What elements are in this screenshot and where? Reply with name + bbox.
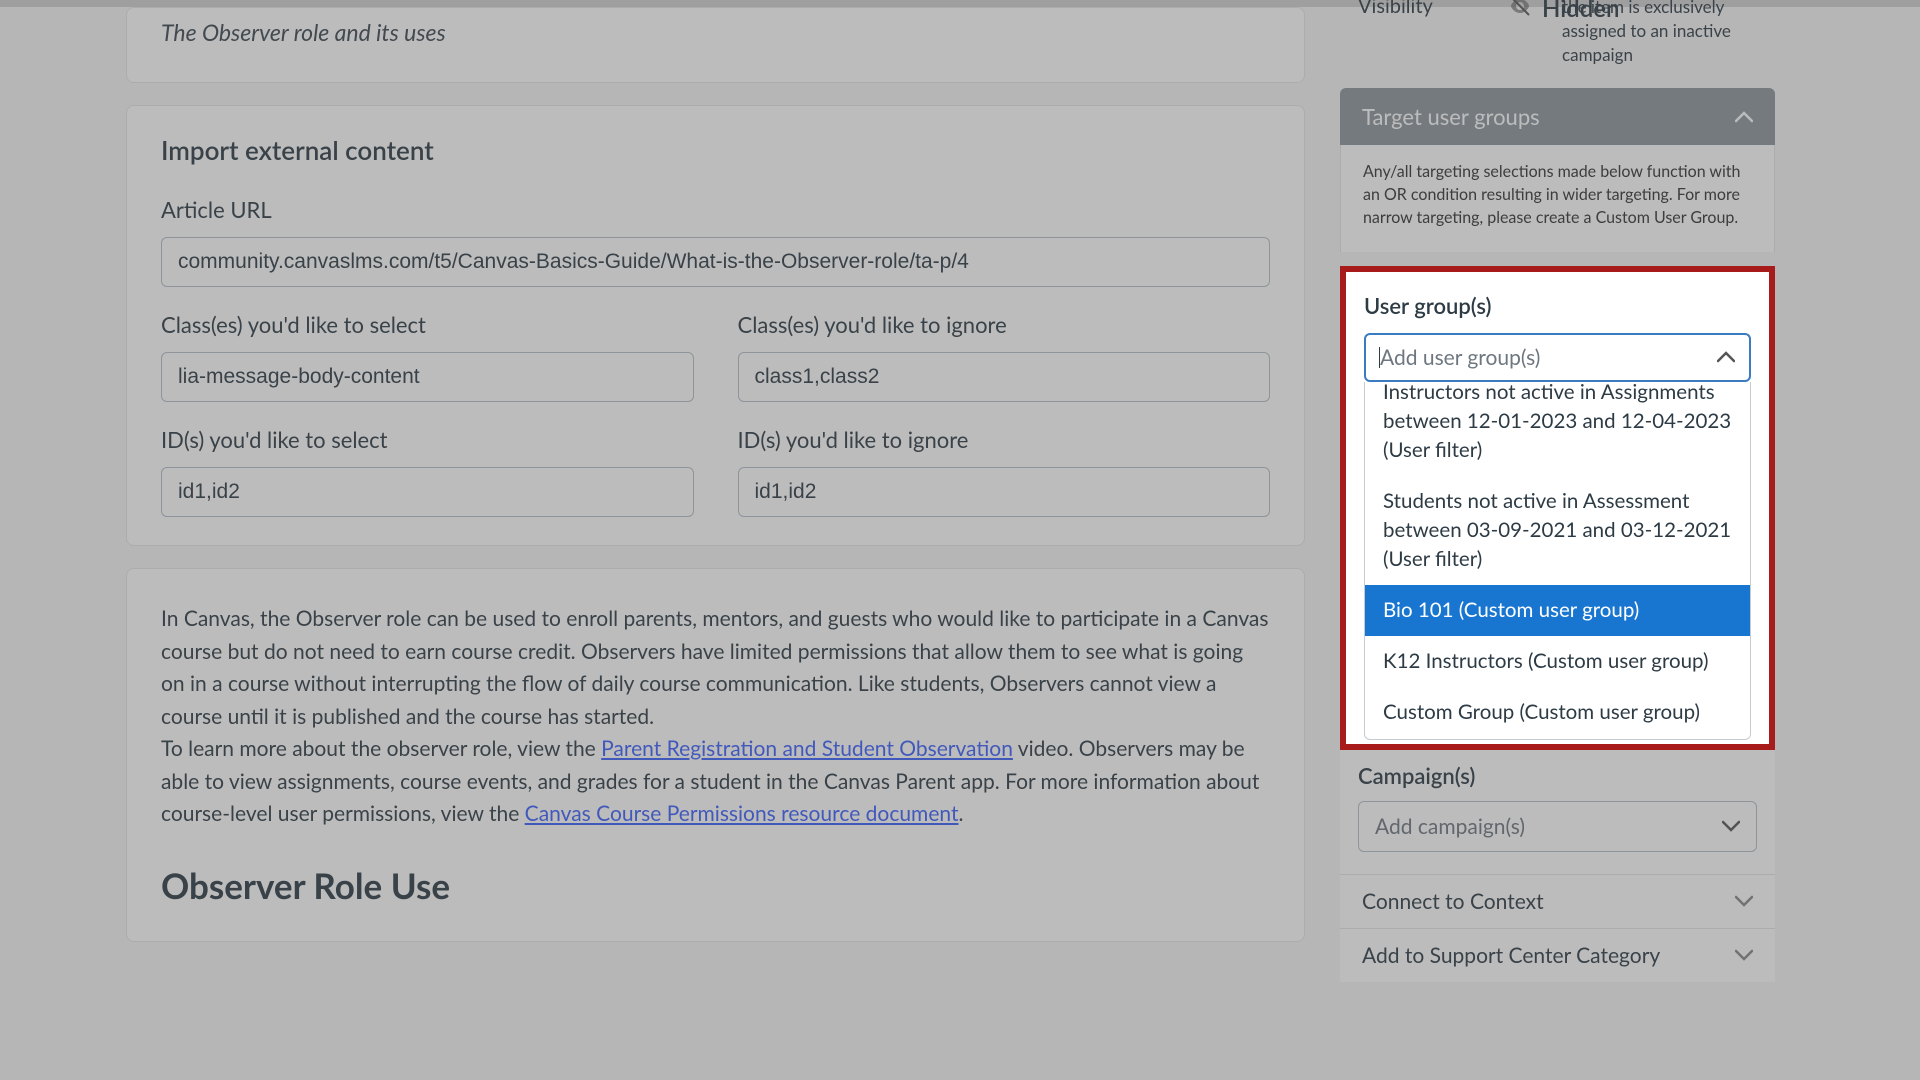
campaign-block: Campaign(s) Add campaign(s) <box>1340 750 1775 874</box>
support-center-category-header[interactable]: Add to Support Center Category <box>1340 928 1775 982</box>
id-select-input[interactable] <box>161 467 694 517</box>
campaign-label: Campaign(s) <box>1358 762 1757 789</box>
article-url-input[interactable] <box>161 237 1270 287</box>
class-select-label: Class(es) you'd like to select <box>161 311 694 338</box>
chevron-down-icon <box>1722 820 1740 832</box>
connect-heading-text: Connect to Context <box>1362 889 1544 914</box>
parent-registration-link[interactable]: Parent Registration and Student Observat… <box>601 736 1013 761</box>
observer-role-use-heading: Observer Role Use <box>161 865 1270 907</box>
user-group-option-highlighted[interactable]: Bio 101 (Custom user group) <box>1365 585 1750 636</box>
class-ignore-input[interactable] <box>738 352 1271 402</box>
import-heading: Import external content <box>161 134 1270 166</box>
visibility-hint: the item is exclusively assigned to an i… <box>1340 0 1775 76</box>
support-heading-text: Add to Support Center Category <box>1362 943 1660 968</box>
target-user-groups-header[interactable]: Target user groups <box>1340 88 1775 145</box>
article-body-card: In Canvas, the Observer role can be used… <box>126 568 1305 942</box>
target-help-text: Any/all targeting selections made below … <box>1363 161 1752 229</box>
article-paragraph-2: To learn more about the observer role, v… <box>161 733 1270 831</box>
user-group-option[interactable]: Instructors not active in Assignments be… <box>1365 382 1750 476</box>
user-groups-combobox[interactable]: Add user group(s) <box>1364 333 1751 382</box>
chevron-up-icon <box>1735 108 1753 126</box>
right-sidebar: Visibility Hidden the item is exclusivel… <box>1340 0 1775 982</box>
target-panel-body: Any/all targeting selections made below … <box>1340 145 1775 251</box>
target-heading-text: Target user groups <box>1362 103 1540 130</box>
campaign-combobox[interactable]: Add campaign(s) <box>1358 801 1757 852</box>
id-ignore-input[interactable] <box>738 467 1271 517</box>
chevron-down-icon <box>1735 895 1753 907</box>
user-groups-label: User group(s) <box>1364 292 1751 319</box>
connect-to-context-header[interactable]: Connect to Context <box>1340 874 1775 928</box>
class-select-input[interactable] <box>161 352 694 402</box>
article-subtitle: The Observer role and its uses <box>161 18 1270 46</box>
import-external-content-card: Import external content Article URL Clas… <box>126 105 1305 546</box>
id-ignore-label: ID(s) you'd like to ignore <box>738 426 1271 453</box>
article-url-label: Article URL <box>161 196 1270 223</box>
para2-text-a: To learn more about the observer role, v… <box>161 736 601 761</box>
id-select-label: ID(s) you'd like to select <box>161 426 694 453</box>
chevron-up-icon <box>1717 351 1735 363</box>
para2-text-c: . <box>959 801 964 826</box>
user-groups-highlight-box: User group(s) Add user group(s) Instruct… <box>1340 266 1775 750</box>
user-group-option[interactable]: K12 Instructors (Custom user group) <box>1365 636 1750 687</box>
user-groups-dropdown: Instructors not active in Assignments be… <box>1364 382 1751 740</box>
canvas-permissions-link[interactable]: Canvas Course Permissions resource docum… <box>525 801 959 826</box>
user-group-option[interactable]: Custom Group (Custom user group) <box>1365 687 1750 738</box>
title-card: The Observer role and its uses <box>126 7 1305 83</box>
user-groups-placeholder: Add user group(s) <box>1380 345 1540 370</box>
user-group-option[interactable]: Students not active in Assessment betwee… <box>1365 476 1750 585</box>
class-ignore-label: Class(es) you'd like to ignore <box>738 311 1271 338</box>
chevron-down-icon <box>1735 949 1753 961</box>
campaign-placeholder: Add campaign(s) <box>1375 814 1525 839</box>
article-paragraph-1: In Canvas, the Observer role can be used… <box>161 603 1270 733</box>
